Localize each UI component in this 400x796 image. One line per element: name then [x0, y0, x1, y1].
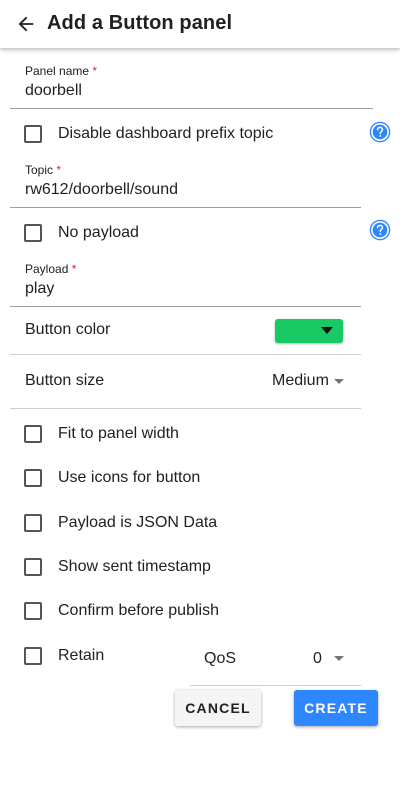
button-size-select[interactable]: Medium: [272, 372, 329, 390]
chevron-down-icon: [334, 379, 344, 384]
question-circle-icon: [369, 121, 391, 143]
fit-to-panel-width-checkbox[interactable]: [24, 425, 42, 443]
confirm-publish-label: Confirm before publish: [58, 602, 219, 619]
button-color-picker[interactable]: [275, 319, 343, 343]
help-icon[interactable]: [369, 219, 391, 241]
panel-name-underline: [10, 108, 373, 109]
button-color-label: Button color: [25, 321, 111, 338]
payload-label: Payload *: [25, 262, 77, 276]
page-title: Add a Button panel: [47, 12, 233, 34]
topic-underline: [10, 207, 361, 208]
divider: [10, 354, 361, 355]
cancel-button[interactable]: CANCEL: [175, 690, 261, 726]
arrow-left-icon: [18, 16, 34, 32]
divider: [10, 408, 361, 409]
payload-json-checkbox[interactable]: [24, 514, 42, 532]
qos-label: QoS: [204, 650, 237, 667]
button-size-label: Button size: [25, 372, 105, 389]
disable-prefix-label: Disable dashboard prefix topic: [58, 125, 274, 142]
confirm-publish-checkbox[interactable]: [24, 602, 42, 620]
use-icons-checkbox[interactable]: [24, 469, 42, 487]
back-button[interactable]: [12, 10, 40, 38]
panel-name-input[interactable]: doorbell: [25, 82, 82, 100]
no-payload-checkbox[interactable]: [24, 224, 42, 242]
panel-name-label: Panel name *: [25, 64, 98, 78]
no-payload-label: No payload: [58, 224, 139, 241]
payload-json-label: Payload is JSON Data: [58, 514, 218, 531]
payload-input[interactable]: play: [25, 280, 54, 298]
show-timestamp-checkbox[interactable]: [24, 558, 42, 576]
show-timestamp-label: Show sent timestamp: [58, 558, 211, 575]
disable-prefix-checkbox[interactable]: [24, 125, 42, 143]
retain-checkbox[interactable]: [24, 647, 42, 665]
divider: [190, 685, 361, 686]
help-icon[interactable]: [369, 121, 391, 143]
create-button[interactable]: CREATE: [294, 690, 378, 726]
use-icons-label: Use icons for button: [58, 469, 201, 486]
chevron-down-icon: [334, 656, 344, 661]
fit-to-panel-width-label: Fit to panel width: [58, 425, 179, 442]
app-bar: Add a Button panel: [0, 0, 400, 48]
triangle-down-icon: [321, 327, 333, 334]
topic-label: Topic *: [25, 163, 62, 177]
topic-input[interactable]: rw612/doorbell/sound: [25, 181, 178, 199]
qos-select[interactable]: 0: [313, 650, 322, 668]
retain-label: Retain: [58, 647, 105, 664]
payload-underline: [10, 306, 361, 307]
question-circle-icon: [369, 219, 391, 241]
